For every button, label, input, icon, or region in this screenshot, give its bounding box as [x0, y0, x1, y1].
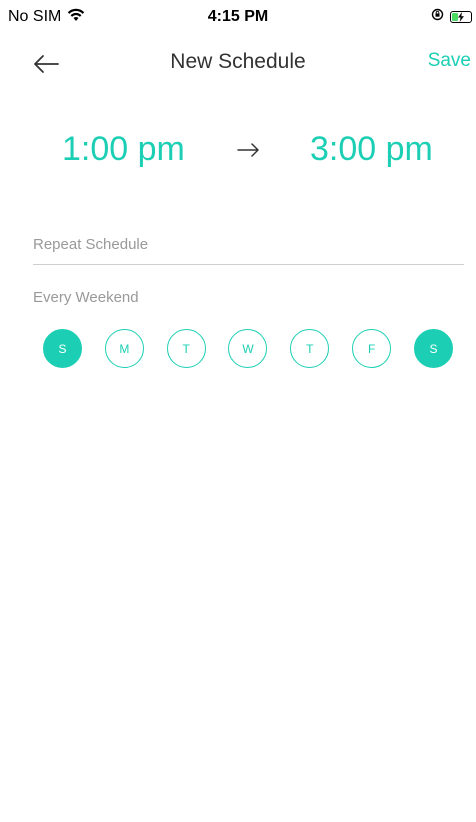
day-friday[interactable]: F: [352, 329, 392, 368]
repeat-value: Every Weekend: [33, 289, 139, 306]
app-screen: No SIM 4:15 PM New Schedule Save 1:00 pm…: [0, 0, 476, 822]
status-right: [431, 8, 472, 26]
day-wednesday[interactable]: W: [228, 329, 268, 368]
end-time[interactable]: 3:00 pm: [310, 130, 433, 169]
status-left: No SIM: [8, 8, 85, 27]
time-range: 1:00 pm 3:00 pm: [0, 130, 476, 180]
day-saturday[interactable]: S: [413, 329, 453, 368]
day-sunday[interactable]: S: [43, 329, 82, 368]
day-selector: S M T W T F S: [43, 329, 453, 368]
orientation-lock-icon: [431, 8, 444, 26]
day-monday[interactable]: M: [104, 329, 144, 368]
day-tuesday[interactable]: T: [166, 329, 206, 368]
battery-charging-icon: [450, 11, 472, 23]
divider: [33, 264, 464, 265]
back-arrow-icon: [32, 54, 60, 79]
back-button[interactable]: [32, 46, 72, 86]
repeat-schedule-label: Repeat Schedule: [33, 236, 149, 253]
status-bar: No SIM 4:15 PM: [0, 0, 476, 34]
day-thursday[interactable]: T: [290, 329, 330, 368]
wifi-icon: [67, 8, 85, 27]
carrier-label: No SIM: [8, 8, 62, 25]
right-arrow-icon: [236, 140, 262, 160]
start-time[interactable]: 1:00 pm: [62, 130, 185, 169]
nav-bar: New Schedule Save: [0, 40, 476, 90]
save-button[interactable]: Save: [428, 50, 471, 72]
